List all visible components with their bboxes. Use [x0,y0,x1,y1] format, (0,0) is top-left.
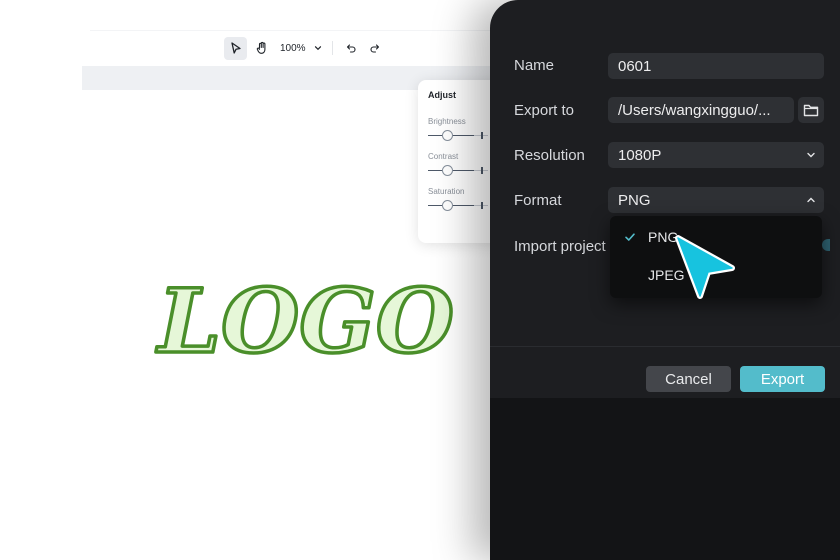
import-project-label: Import project [514,238,606,255]
hand-icon [256,41,265,54]
toolbar-divider-line [90,30,500,31]
name-label: Name [514,57,555,74]
zoom-dropdown[interactable]: 100% [280,43,323,54]
contrast-slider[interactable] [428,165,488,177]
format-select[interactable]: PNG [608,187,824,213]
import-project-toggle[interactable] [822,239,830,251]
dialog-backdrop-area [490,398,840,560]
pointer-icon [230,42,241,54]
resolution-label: Resolution [514,147,585,164]
redo-button[interactable] [363,36,387,60]
logo-text: LOGO [155,269,454,372]
undo-icon [346,44,356,53]
slider-default-mark [481,132,483,139]
export-button-label: Export [760,370,805,388]
export-path-value: /Users/wangxingguo/... [618,101,771,119]
mouse-cursor-icon [675,235,735,299]
brightness-slider[interactable] [428,130,488,142]
chevron-down-icon [314,46,321,51]
format-value: PNG [618,191,651,209]
name-input[interactable]: 0601 [608,53,824,79]
folder-icon [803,104,819,117]
chevron-down-icon [807,152,815,158]
checkmark-icon [625,233,635,241]
dialog-footer-divider [490,346,840,347]
redo-icon [370,44,379,53]
slider-default-mark [481,202,483,209]
slider-default-mark [481,167,483,174]
undo-button[interactable] [339,36,363,60]
export-path-field[interactable]: /Users/wangxingguo/... [608,97,794,123]
export-dialog: Name 0601 Export to /Users/wangxingguo/.… [490,0,840,560]
cancel-button-label: Cancel [665,370,712,388]
slider-handle[interactable] [442,165,453,176]
logo-artwork[interactable]: LOGO [152,262,462,372]
select-tool-button[interactable] [224,36,247,60]
name-value: 0601 [618,57,652,75]
resolution-value: 1080P [618,146,662,164]
slider-handle[interactable] [442,130,453,141]
resolution-select[interactable]: 1080P [608,142,824,168]
browse-folder-button[interactable] [798,97,824,123]
hand-tool-button[interactable] [250,37,273,60]
chevron-up-icon [807,197,815,203]
export-button[interactable]: Export [740,366,825,392]
slider-handle[interactable] [442,200,453,211]
toolbar-separator [331,41,333,55]
export-to-label: Export to [514,102,575,119]
zoom-value: 100% [280,42,306,54]
cancel-button[interactable]: Cancel [646,366,731,392]
canvas-toolbar: 100% [224,36,387,60]
format-label: Format [514,192,562,209]
saturation-slider[interactable] [428,200,488,212]
